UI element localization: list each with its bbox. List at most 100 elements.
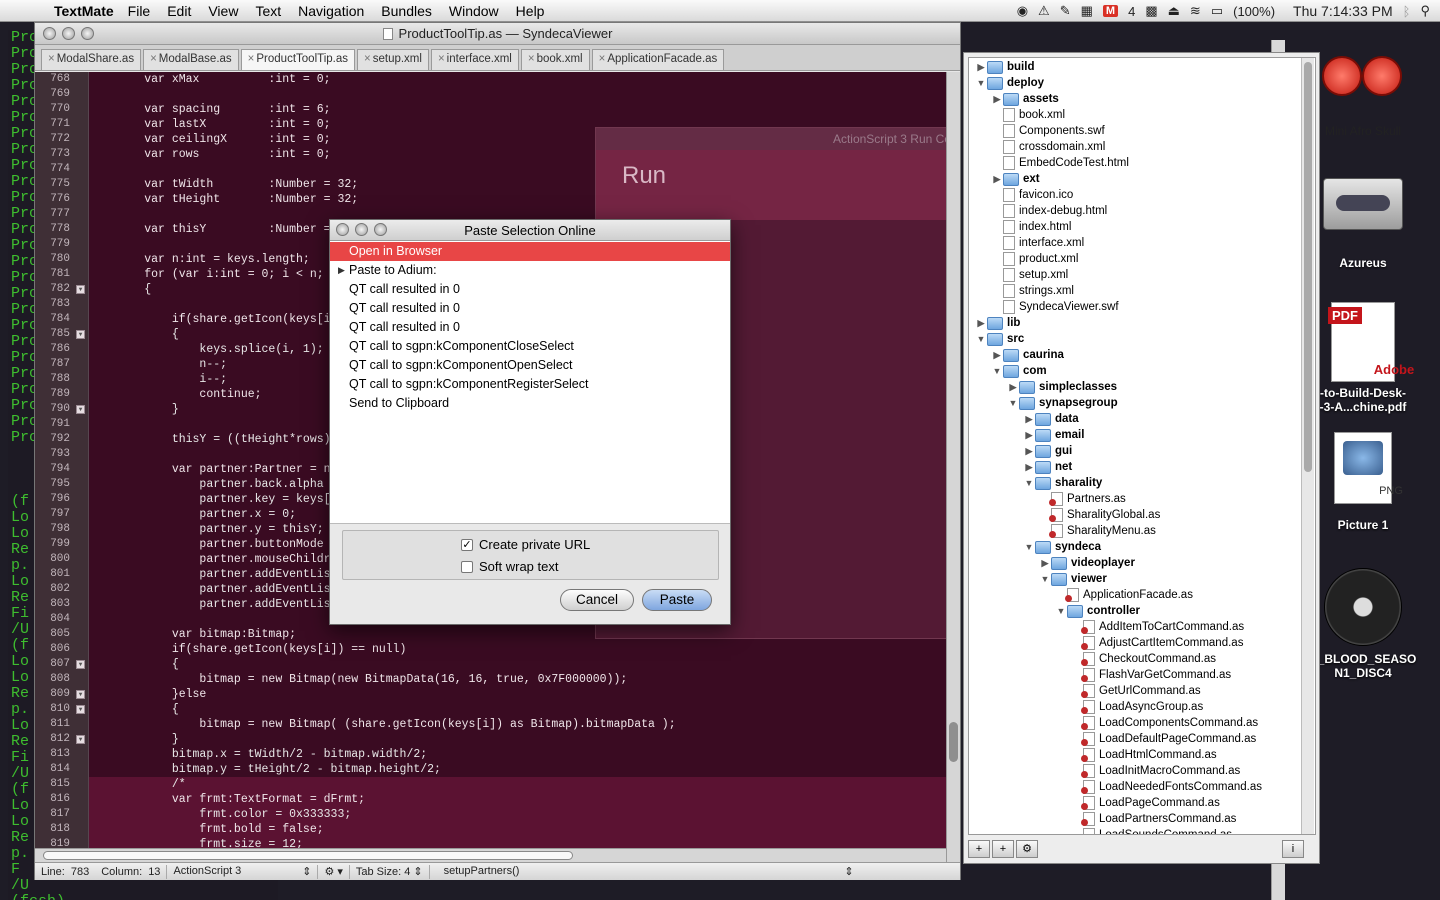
disclosure-open-icon[interactable]: ▼ — [1055, 603, 1067, 619]
disclosure-closed-icon[interactable]: ▶ — [1023, 427, 1035, 443]
tree-folder[interactable]: ▶ gui — [1023, 443, 1072, 459]
tree-file[interactable]: strings.xml — [991, 283, 1074, 299]
eject-icon[interactable]: ⏏ — [1168, 3, 1180, 19]
menu-view[interactable]: View — [208, 3, 238, 19]
tree-folder[interactable]: ▼ com — [991, 363, 1047, 379]
file-tab[interactable]: × ModalBase.as — [143, 49, 239, 70]
tree-file[interactable]: AdjustCartItemCommand.as — [1071, 635, 1243, 651]
menu-window[interactable]: Window — [449, 3, 499, 19]
disclosure-triangle-icon[interactable]: ▶ — [338, 261, 345, 280]
disclosure-open-icon[interactable]: ▼ — [1039, 571, 1051, 587]
tree-folder[interactable]: ▶ simpleclasses — [1007, 379, 1117, 395]
tree-file[interactable]: CheckoutCommand.as — [1071, 651, 1216, 667]
fold-marker-icon[interactable]: ▼ — [76, 405, 85, 414]
disclosure-open-icon[interactable]: ▼ — [975, 75, 987, 91]
private-url-checkbox[interactable]: ✓ — [461, 538, 473, 551]
minimize-button[interactable] — [355, 223, 368, 236]
destination-item[interactable]: QT call to sgpn:kComponentCloseSelect — [330, 337, 730, 356]
scroll-thumb[interactable] — [43, 851, 573, 860]
info-button[interactable]: i — [1282, 840, 1304, 858]
destination-list[interactable]: Open in Browser ▶ Paste to Adium: QT call r… — [330, 241, 730, 524]
fold-marker-icon[interactable]: ▼ — [76, 690, 85, 699]
menu-bundles[interactable]: Bundles — [381, 3, 432, 19]
tree-folder[interactable]: ▶ net — [1023, 459, 1072, 475]
destination-item[interactable]: QT call to sgpn:kComponentRegisterSelect — [330, 375, 730, 394]
close-tab-icon[interactable]: × — [364, 53, 371, 65]
zoom-button[interactable] — [374, 223, 387, 236]
tree-file[interactable]: ApplicationFacade.as — [1055, 587, 1193, 603]
tree-file[interactable]: LoadPartnersCommand.as — [1071, 811, 1236, 827]
tree-folder[interactable]: ▶ ext — [991, 171, 1040, 187]
destination-item[interactable]: QT call resulted in 0 — [330, 280, 730, 299]
tree-folder[interactable]: ▼ viewer — [1039, 571, 1107, 587]
tree-file[interactable]: SharalityGlobal.as — [1039, 507, 1160, 523]
tree-file[interactable]: book.xml — [991, 107, 1065, 123]
scroll-thumb[interactable] — [949, 722, 958, 762]
tree-folder[interactable]: ▼ syndeca — [1023, 539, 1101, 555]
tree-file[interactable]: Components.swf — [991, 123, 1105, 139]
tree-file[interactable]: LoadAsyncGroup.as — [1071, 699, 1203, 715]
tree-file[interactable]: interface.xml — [991, 235, 1084, 251]
language-popup[interactable]: ActionScript 3 ⇕ — [167, 865, 317, 878]
disclosure-open-icon[interactable]: ▼ — [991, 363, 1003, 379]
fold-marker-icon[interactable]: ▼ — [76, 735, 85, 744]
vertical-scrollbar[interactable] — [946, 72, 960, 862]
tree-file[interactable]: EmbedCodeTest.html — [991, 155, 1129, 171]
tree-file[interactable]: crossdomain.xml — [991, 139, 1105, 155]
close-button[interactable] — [336, 223, 349, 236]
app-menu[interactable]: TextMate — [54, 3, 114, 19]
disclosure-closed-icon[interactable]: ▶ — [991, 171, 1003, 187]
menu-text[interactable]: Text — [255, 3, 281, 19]
disclosure-closed-icon[interactable]: ▶ — [1023, 459, 1035, 475]
file-tab[interactable]: × ProductToolTip.as — [240, 49, 356, 70]
disclosure-open-icon[interactable]: ▼ — [1007, 395, 1019, 411]
disclosure-closed-icon[interactable]: ▶ — [1007, 379, 1019, 395]
action-gear-button[interactable]: ⚙ — [1016, 840, 1038, 858]
gmail-icon[interactable]: M — [1102, 5, 1119, 17]
wifi-icon[interactable]: ≋ — [1190, 3, 1201, 19]
script-icon[interactable]: ✎ — [1060, 3, 1071, 19]
file-tab[interactable]: × interface.xml — [430, 49, 519, 70]
disclosure-closed-icon[interactable]: ▶ — [991, 91, 1003, 107]
horizontal-scrollbar[interactable] — [35, 848, 946, 862]
menu-edit[interactable]: Edit — [167, 3, 191, 19]
close-button[interactable] — [43, 27, 56, 40]
minimize-button[interactable] — [62, 27, 75, 40]
tree-file[interactable]: favicon.ico — [991, 187, 1073, 203]
private-url-option[interactable]: ✓ Create private URL — [461, 537, 590, 552]
spotlight-icon[interactable]: ⚲ — [1420, 3, 1430, 19]
growl-icon[interactable]: ◉ — [1017, 3, 1028, 19]
scroll-thumb[interactable] — [1304, 62, 1312, 472]
tree-file[interactable]: LoadNeededFontsCommand.as — [1071, 779, 1262, 795]
disclosure-closed-icon[interactable]: ▶ — [975, 59, 987, 75]
fold-marker-icon[interactable]: ▼ — [76, 330, 85, 339]
destination-item[interactable]: Open in Browser — [330, 242, 730, 261]
tree-file[interactable]: AddItemToCartCommand.as — [1071, 619, 1244, 635]
menu-file[interactable]: File — [128, 3, 151, 19]
tree-folder[interactable]: ▼ synapsegroup — [1007, 395, 1118, 411]
tree-file[interactable]: setup.xml — [991, 267, 1068, 283]
close-tab-icon[interactable]: × — [48, 53, 55, 65]
tree-file[interactable]: index.html — [991, 219, 1071, 235]
drawer-scrollbar[interactable] — [1301, 58, 1314, 834]
document-icon[interactable] — [382, 28, 393, 40]
tree-file[interactable]: LoadSoundsCommand.as — [1071, 827, 1232, 834]
tree-file[interactable]: LoadPageCommand.as — [1071, 795, 1220, 811]
file-tab[interactable]: × ApplicationFacade.as — [591, 49, 725, 70]
disclosure-open-icon[interactable]: ▼ — [1023, 539, 1035, 555]
destination-item[interactable]: QT call resulted in 0 — [330, 299, 730, 318]
close-tab-icon[interactable]: × — [150, 53, 157, 65]
add-folder-button[interactable]: + — [992, 840, 1014, 858]
tree-file[interactable]: SharalityMenu.as — [1039, 523, 1156, 539]
fold-marker-icon[interactable]: ▼ — [76, 660, 85, 669]
tree-file[interactable]: Partners.as — [1039, 491, 1126, 507]
menu-navigation[interactable]: Navigation — [298, 3, 364, 19]
destination-item[interactable]: ▶ Paste to Adium: — [330, 261, 730, 280]
symbol-popup[interactable]: setupPartners() ⇕ — [430, 865, 860, 878]
tree-file[interactable]: LoadDefaultPageCommand.as — [1071, 731, 1256, 747]
tree-folder[interactable]: ▶ lib — [975, 315, 1020, 331]
destination-item[interactable]: QT call resulted in 0 — [330, 318, 730, 337]
tree-folder[interactable]: ▼ src — [975, 331, 1024, 347]
disclosure-closed-icon[interactable]: ▶ — [975, 315, 987, 331]
cancel-button[interactable]: Cancel — [560, 589, 634, 611]
